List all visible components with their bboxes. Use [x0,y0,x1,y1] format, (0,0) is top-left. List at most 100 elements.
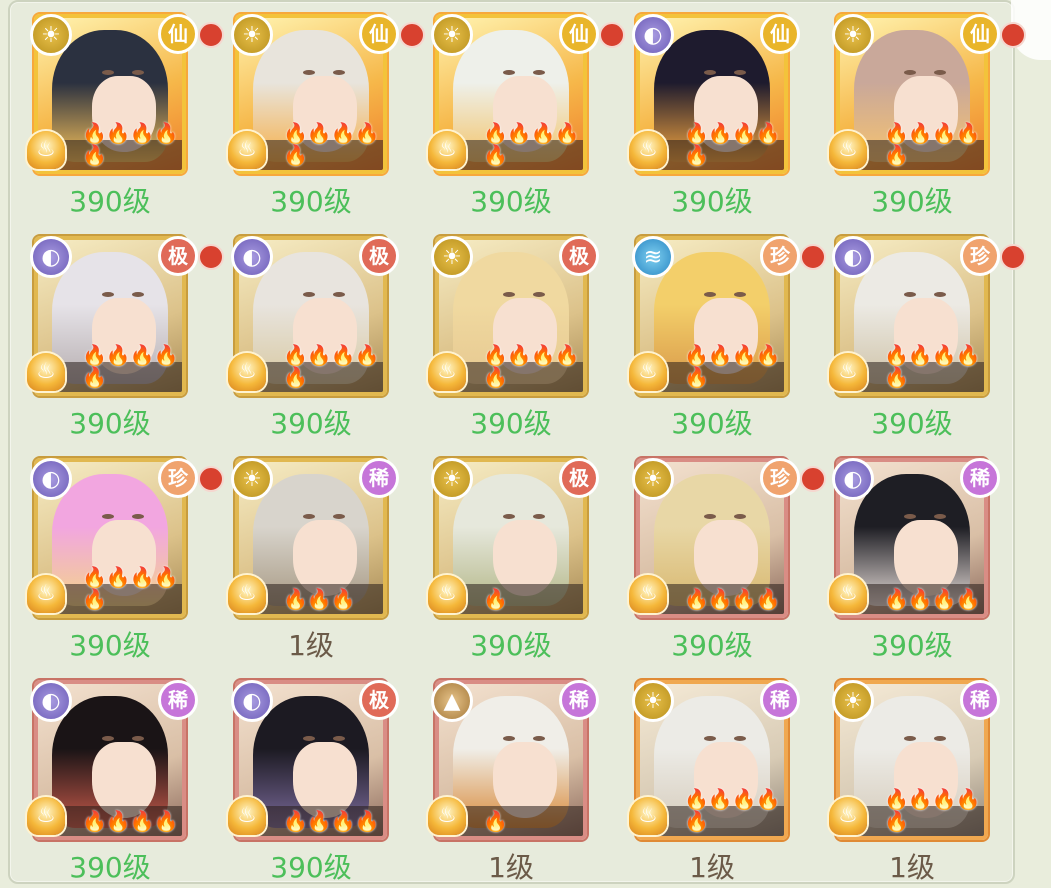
hero-card[interactable]: 🔥🔥🔥🔥🔥 ♨ ◐ 极 390级 [211,222,411,444]
sun-icon: ☀ [431,458,473,500]
hero-card[interactable]: 🔥🔥🔥 ♨ ☀ 稀 1级 [211,444,411,666]
hero-card[interactable]: 🔥 ♨ ▲ 稀 1级 [411,666,611,888]
awaken-flames: 🔥🔥🔥🔥 [82,809,179,833]
flame-emblem-icon: ♨ [629,797,667,835]
hero-card[interactable]: 🔥🔥🔥🔥🔥 ♨ ◐ 珍 390级 [812,222,1026,444]
hero-card[interactable]: 🔥🔥🔥🔥🔥 ♨ ☀ 极 390级 [411,222,611,444]
moon-icon: ◐ [231,680,273,722]
sun-icon: ☀ [30,14,72,56]
sun-icon: ☀ [832,14,874,56]
evolve-emblem-icon: ♨ [826,128,870,172]
rarity-badge: 仙 [760,14,800,54]
evolve-emblem-icon: ♨ [826,350,870,394]
flame-emblem-icon: ♨ [428,797,466,835]
rarity-badge: 稀 [760,680,800,720]
hero-level: 390级 [69,407,151,440]
evolve-emblem-icon: ♨ [626,572,670,616]
eye [303,736,315,741]
eye [904,736,916,741]
evolve-emblem-icon: ♨ [24,572,68,616]
rarity-badge: 稀 [960,680,1000,720]
eye [333,514,345,519]
hero-card[interactable]: 🔥 ♨ ☀ 极 390级 [411,444,611,666]
mountain-icon: ▲ [431,680,473,722]
eye [333,292,345,297]
hero-card[interactable]: 🔥🔥🔥🔥🔥 ♨ ☀ 稀 1级 [812,666,1012,888]
rarity-badge: 极 [158,236,198,276]
flame-emblem-icon: ♨ [428,353,466,391]
evolve-emblem-icon: ♨ [24,128,68,172]
eye [533,736,545,741]
hero-card[interactable]: 🔥🔥🔥🔥 ♨ ◐ 极 390级 [211,666,411,888]
hero-level: 390级 [871,629,953,662]
flame-emblem-icon: ♨ [629,131,667,169]
sun-icon: ☀ [431,14,473,56]
evolve-emblem-icon: ♨ [24,794,68,838]
awaken-flames: 🔥 [483,809,508,833]
flame-emblem-icon: ♨ [27,131,65,169]
eye [102,514,114,519]
flame-emblem-icon: ♨ [228,575,266,613]
hero-card[interactable]: 🔥🔥🔥🔥🔥 ♨ ☀ 仙 390级 [411,0,625,222]
flame-emblem-icon: ♨ [228,797,266,835]
awaken-flames: 🔥🔥🔥🔥🔥 [684,343,781,389]
wave-icon: ≋ [632,236,674,278]
hero-card[interactable]: 🔥🔥🔥🔥🔥 ♨ ◐ 极 390级 [10,222,224,444]
eye [102,736,114,741]
moon-icon: ◐ [832,236,874,278]
sun-icon: ☀ [632,680,674,722]
hero-card[interactable]: 🔥🔥🔥🔥🔥 ♨ ☀ 稀 1级 [612,666,812,888]
hero-level: 390级 [270,185,352,218]
flame-emblem-icon: ♨ [27,797,65,835]
evolve-emblem-icon: ♨ [425,350,469,394]
evolve-emblem-icon: ♨ [225,572,269,616]
rarity-badge: 稀 [960,458,1000,498]
hero-level: 390级 [470,629,552,662]
awaken-flames: 🔥🔥🔥🔥 [283,809,380,833]
sun-icon: ☀ [832,680,874,722]
sun-icon: ☀ [231,458,273,500]
eye [102,292,114,297]
awaken-flames: 🔥🔥🔥🔥🔥 [884,343,981,389]
awaken-flames: 🔥🔥🔥🔥🔥 [884,787,981,833]
eye [704,736,716,741]
moon-icon: ◐ [30,458,72,500]
hero-card[interactable]: 🔥🔥🔥🔥 ♨ ◐ 稀 390级 [812,444,1012,666]
hero-card[interactable]: 🔥🔥🔥🔥🔥 ♨ ◐ 仙 390级 [612,0,812,222]
sun-icon: ☀ [431,236,473,278]
hero-level: 1级 [288,629,334,662]
hero-card[interactable]: 🔥🔥🔥🔥 ♨ ◐ 稀 390级 [10,666,210,888]
flame-emblem-icon: ♨ [629,353,667,391]
evolve-emblem-icon: ♨ [826,572,870,616]
flame-emblem-icon: ♨ [629,575,667,613]
evolve-emblem-icon: ♨ [626,350,670,394]
rarity-badge: 珍 [158,458,198,498]
hero-card[interactable]: 🔥🔥🔥🔥🔥 ♨ ☀ 仙 390级 [812,0,1026,222]
eye [734,70,746,75]
hero-level: 390级 [69,851,151,884]
rarity-badge: 珍 [960,236,1000,276]
eye [533,514,545,519]
awaken-flames: 🔥🔥🔥🔥🔥 [483,121,580,167]
awaken-flames: 🔥🔥🔥🔥 [684,587,781,611]
evolve-emblem-icon: ♨ [225,128,269,172]
hero-card[interactable]: 🔥🔥🔥🔥 ♨ ☀ 珍 390级 [612,444,826,666]
moon-icon: ◐ [30,236,72,278]
hero-card[interactable]: 🔥🔥🔥🔥🔥 ♨ ☀ 仙 390级 [10,0,224,222]
eye [132,292,144,297]
hero-card[interactable]: 🔥🔥🔥🔥🔥 ♨ ☀ 仙 390级 [211,0,425,222]
eye [503,736,515,741]
hero-card[interactable]: 🔥🔥🔥🔥🔥 ♨ ◐ 珍 390级 [10,444,224,666]
evolve-emblem-icon: ♨ [225,794,269,838]
moon-icon: ◐ [632,14,674,56]
eye [303,70,315,75]
eye [934,292,946,297]
eye [904,292,916,297]
eye [704,514,716,519]
rarity-badge: 稀 [359,458,399,498]
hero-card[interactable]: 🔥🔥🔥🔥🔥 ♨ ≋ 珍 390级 [612,222,826,444]
rarity-badge: 仙 [359,14,399,54]
flame-emblem-icon: ♨ [829,575,867,613]
flame-emblem-icon: ♨ [27,575,65,613]
rarity-badge: 珍 [760,236,800,276]
